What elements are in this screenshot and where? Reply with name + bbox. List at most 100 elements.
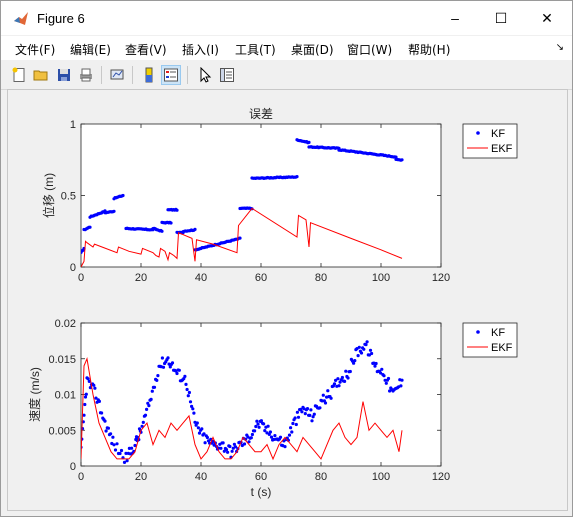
series-kf-point bbox=[238, 236, 242, 240]
series-kf-point bbox=[221, 441, 225, 445]
y-tick-label: 1 bbox=[70, 119, 76, 131]
pointer-icon[interactable] bbox=[195, 65, 215, 85]
series-kf-point bbox=[318, 406, 322, 410]
x-tick-label: 0 bbox=[78, 272, 84, 284]
insert-legend-icon[interactable] bbox=[161, 65, 181, 85]
y-tick-label: 0 bbox=[70, 461, 76, 473]
series-kf-point bbox=[88, 225, 92, 229]
series-kf-point bbox=[253, 429, 257, 433]
series-kf-point bbox=[357, 345, 361, 349]
print-icon[interactable] bbox=[76, 65, 96, 85]
legend-kf-marker bbox=[476, 330, 480, 334]
series-kf-point bbox=[273, 434, 277, 438]
series-kf-point bbox=[365, 340, 369, 344]
open-file-icon[interactable] bbox=[31, 65, 51, 85]
series-kf-point bbox=[125, 459, 129, 463]
x-tick-label: 120 bbox=[432, 471, 450, 483]
series-kf-point bbox=[370, 351, 374, 356]
menu-view[interactable]: 查看(V) bbox=[125, 41, 167, 58]
menu-desktop[interactable]: 桌面(D) bbox=[291, 41, 334, 58]
x-tick-label: 40 bbox=[195, 272, 207, 284]
series-kf-point bbox=[156, 374, 160, 378]
series-kf-point bbox=[100, 411, 104, 415]
series-kf-point bbox=[307, 140, 311, 144]
menu-window[interactable]: 窗口(W) bbox=[347, 41, 392, 58]
series-kf-point bbox=[145, 407, 149, 411]
insert-colorbar-icon[interactable] bbox=[139, 65, 159, 85]
close-button[interactable]: ✕ bbox=[524, 1, 570, 35]
series-kf-point bbox=[92, 383, 96, 387]
series-kf-point bbox=[287, 433, 292, 437]
legend: KF EKF bbox=[462, 123, 518, 159]
series-kf-point bbox=[283, 445, 287, 449]
x-tick-label: 80 bbox=[315, 272, 327, 284]
series-kf-point bbox=[290, 430, 294, 434]
series-kf-point bbox=[113, 448, 118, 452]
save-icon[interactable] bbox=[54, 65, 74, 85]
series-kf-point bbox=[185, 387, 189, 392]
series-kf-point bbox=[343, 379, 347, 383]
series-kf-point bbox=[309, 408, 313, 412]
series-kf-point bbox=[382, 374, 386, 378]
series-kf-point bbox=[332, 382, 337, 386]
series-kf-point bbox=[104, 429, 108, 433]
series-kf-point bbox=[380, 367, 384, 371]
toolbar-separator bbox=[132, 66, 133, 84]
menu-file[interactable]: 文件(F) bbox=[15, 41, 55, 58]
series-kf-point bbox=[255, 419, 259, 423]
series-kf-point bbox=[230, 449, 234, 453]
x-tick-label: 20 bbox=[135, 272, 147, 284]
property-inspector-icon[interactable] bbox=[217, 65, 237, 85]
series-kf-point bbox=[175, 371, 179, 376]
minimize-button[interactable]: – bbox=[432, 1, 478, 35]
series-kf-point bbox=[308, 413, 312, 417]
title-bar[interactable]: Figure 6 – ☐ ✕ bbox=[1, 1, 572, 35]
series-kf-point bbox=[155, 378, 159, 382]
series-kf-point bbox=[295, 410, 299, 414]
series-kf-point bbox=[257, 425, 261, 429]
y-tick-label: 0.015 bbox=[48, 354, 76, 366]
series-kf-point bbox=[250, 432, 254, 437]
series-kf-point bbox=[228, 444, 232, 449]
series-kf-point bbox=[188, 400, 193, 404]
minimize-icon: – bbox=[451, 10, 459, 26]
series-kf-point bbox=[291, 421, 295, 426]
series-kf-point bbox=[296, 415, 301, 419]
x-tick-label: 60 bbox=[255, 471, 267, 483]
series-kf-point bbox=[400, 378, 404, 382]
x-tick-label: 80 bbox=[315, 471, 327, 483]
series-kf-point bbox=[106, 426, 110, 430]
x-axis-label: t (s) bbox=[251, 485, 272, 499]
axes-2: 0 20 40 60 80 100 120 0 0.005 0.01 0.015 0.02 t (s) 速… bbox=[27, 318, 518, 499]
dock-arrow-icon[interactable]: ↘ bbox=[556, 42, 564, 53]
series-kf-point bbox=[289, 426, 293, 430]
series-kf-point bbox=[386, 376, 391, 381]
series-kf-point bbox=[329, 396, 333, 400]
series-kf-point bbox=[374, 361, 378, 366]
series-kf-point bbox=[346, 376, 350, 380]
series-kf-point bbox=[310, 419, 314, 423]
series-kf-point bbox=[195, 421, 199, 425]
new-figure-icon[interactable] bbox=[9, 65, 29, 85]
series-kf-point bbox=[152, 385, 157, 389]
series-kf-point bbox=[175, 208, 179, 212]
series-kf-point bbox=[147, 404, 151, 408]
figure-canvas[interactable]: 0 20 40 60 80 100 120 0 0.5 1 误差 位移 (m) KF EKF 0 20 40 60… bbox=[7, 89, 568, 511]
y-tick-label: 0.5 bbox=[61, 191, 76, 203]
menu-help[interactable]: 帮助(H) bbox=[408, 41, 450, 58]
series-kf-point bbox=[303, 412, 307, 416]
window-title: Figure 6 bbox=[37, 11, 85, 26]
series-kf-point bbox=[268, 430, 272, 434]
link-plot-icon[interactable] bbox=[107, 65, 127, 85]
y-tick-label: 0.01 bbox=[55, 390, 76, 402]
series-kf-point bbox=[400, 158, 404, 162]
close-icon: ✕ bbox=[541, 9, 553, 26]
menu-insert[interactable]: 插入(I) bbox=[182, 41, 219, 58]
menu-edit[interactable]: 编辑(E) bbox=[70, 41, 111, 58]
axes-1: 0 20 40 60 80 100 120 0 0.5 1 误差位移 (m) KF EKF bbox=[41, 107, 518, 284]
maximize-button[interactable]: ☐ bbox=[478, 1, 524, 35]
series-kf-point bbox=[256, 422, 260, 426]
series-kf-point bbox=[130, 446, 134, 450]
matlab-logo-icon bbox=[14, 12, 28, 25]
menu-tools[interactable]: 工具(T) bbox=[235, 41, 276, 58]
